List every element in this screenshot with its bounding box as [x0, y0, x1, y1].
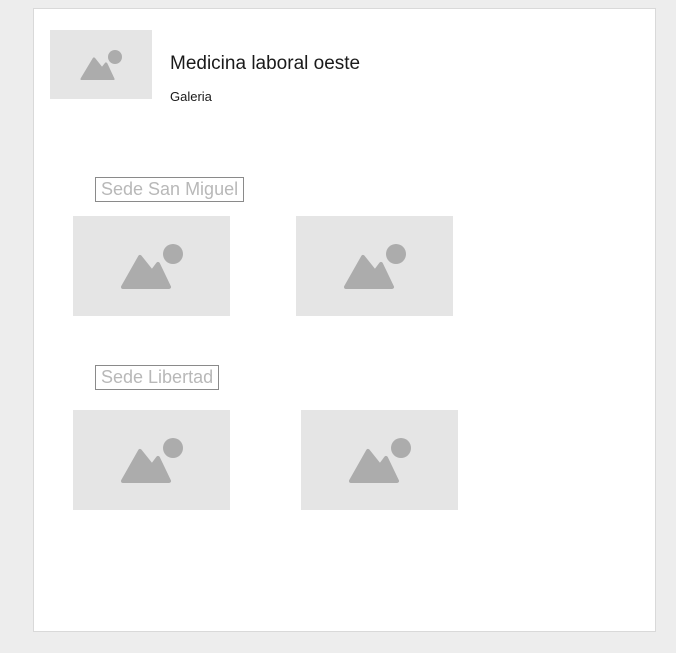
image-placeholder-icon: [80, 49, 122, 80]
section-label-sede-san-miguel: Sede San Miguel: [95, 177, 245, 202]
image-placeholder-icon: [348, 438, 411, 483]
image-placeholder-icon: [120, 244, 183, 289]
page-subtitle: Galeria: [170, 89, 212, 104]
image-placeholder-icon: [343, 244, 406, 289]
page-title: Medicina laboral oeste: [170, 53, 361, 74]
gallery-image[interactable]: [73, 410, 230, 510]
section-label-sede-libertad: Sede Libertad: [95, 365, 220, 390]
gallery-image[interactable]: [296, 216, 453, 316]
header-logo-image: [50, 30, 152, 99]
gallery-card: Medicina laboral oeste Galeria Sede San …: [33, 8, 656, 632]
gallery-image[interactable]: [73, 216, 230, 316]
gallery-image[interactable]: [301, 410, 458, 510]
image-placeholder-icon: [120, 438, 183, 483]
